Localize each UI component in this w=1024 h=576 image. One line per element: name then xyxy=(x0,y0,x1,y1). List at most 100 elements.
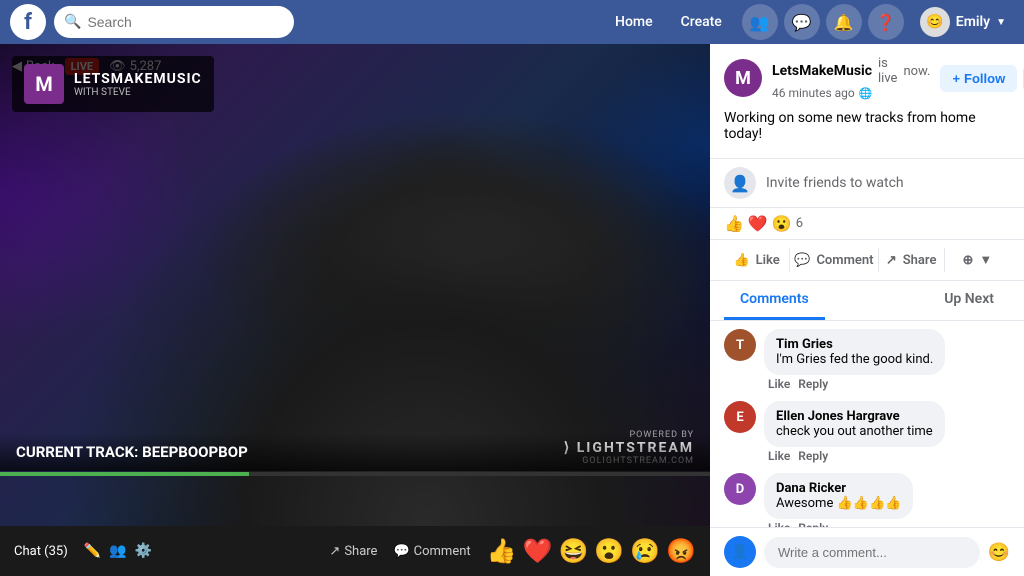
progress-bar xyxy=(0,472,710,476)
comment-avatar: T xyxy=(724,329,756,361)
share-icon: ↗ xyxy=(329,544,340,559)
streamer-details: LetsMakeMusic is live now. 46 minutes ag… xyxy=(772,56,930,100)
user-name: Emily xyxy=(956,14,990,30)
facebook-logo: f xyxy=(10,4,46,40)
comment-input-row: 👤 😊 xyxy=(710,527,1024,576)
comment-text: I'm Gries fed the good kind. xyxy=(776,352,933,367)
search-icon: 🔍 xyxy=(64,14,81,30)
reaction-group: 👍 ❤️ 😮 6 xyxy=(724,214,803,233)
streamer-name[interactable]: LetsMakeMusic xyxy=(772,63,872,79)
stream-header: M LetsMakeMusic is live now. 46 minutes … xyxy=(710,44,1024,159)
share-action-icon: ↗ xyxy=(886,253,897,268)
heart-reaction[interactable]: ❤️ xyxy=(523,537,553,565)
tab-up-next[interactable]: Up Next xyxy=(928,281,1010,320)
angry-reaction[interactable]: 😡 xyxy=(666,537,696,565)
wow-reaction-icon: 😮 xyxy=(772,214,792,233)
comment-bubble: Ellen Jones Hargrave check you out anoth… xyxy=(764,401,945,447)
channel-badge: M LETSMAKEMUSIC WITH STEVE xyxy=(12,56,214,112)
more-action-icon: ⊕ xyxy=(963,253,974,268)
tab-comments[interactable]: Comments xyxy=(724,281,825,320)
comment-content: Tim Gries I'm Gries fed the good kind. L… xyxy=(764,329,945,391)
nav-create[interactable]: Create xyxy=(669,6,734,38)
invite-text: Invite friends to watch xyxy=(766,175,904,191)
comment-author[interactable]: Ellen Jones Hargrave xyxy=(776,409,933,424)
comment-actions: Like Reply xyxy=(768,377,945,391)
comment-text: Awesome 👍👍👍👍 xyxy=(776,496,901,511)
top-navigation: f 🔍 Home Create 👥 💬 🔔 ❓ 😊 Emily ▼ xyxy=(0,0,1024,44)
avatar: 😊 xyxy=(920,7,950,37)
share-button[interactable]: ↗ Share xyxy=(329,544,377,559)
channel-icon: M xyxy=(24,64,64,104)
nav-icons: 👥 💬 🔔 ❓ xyxy=(742,4,904,40)
search-input[interactable] xyxy=(87,14,284,30)
right-panel: M LetsMakeMusic is live now. 46 minutes … xyxy=(710,44,1024,576)
search-bar[interactable]: 🔍 xyxy=(54,6,294,38)
streamer-avatar: M xyxy=(724,59,762,97)
streamer-name-line: LetsMakeMusic is live now. xyxy=(772,56,930,86)
main-content: ◀ Back LIVE 👁 5,287 M LETSMAKEMUSIC WITH… xyxy=(0,44,1024,576)
nav-home[interactable]: Home xyxy=(603,6,665,38)
comment-avatar: D xyxy=(724,473,756,505)
reply-action[interactable]: Reply xyxy=(798,449,828,463)
comment-input-avatar: 👤 xyxy=(724,536,756,568)
comment-content: Dana Ricker Awesome 👍👍👍👍 Like Reply xyxy=(764,473,913,527)
video-panel: ◀ Back LIVE 👁 5,287 M LETSMAKEMUSIC WITH… xyxy=(0,44,710,576)
streamer-info: M LetsMakeMusic is live now. 46 minutes … xyxy=(724,56,1010,100)
reply-action[interactable]: Reply xyxy=(798,377,828,391)
more-action[interactable]: ⊕ ▼ xyxy=(945,244,1010,276)
list-item: D Dana Ricker Awesome 👍👍👍👍 Like Reply xyxy=(724,473,1010,527)
emoji-button[interactable]: 😊 xyxy=(988,542,1010,563)
comment-button[interactable]: 💬 Comment xyxy=(393,544,470,559)
comment-icon: 💬 xyxy=(393,544,409,559)
list-item: T Tim Gries I'm Gries fed the good kind.… xyxy=(724,329,1010,391)
reaction-icons: 👍 ❤️ 😆 😮 😢 😡 xyxy=(487,537,696,565)
add-person-icon[interactable]: 👥 xyxy=(109,543,126,559)
user-menu[interactable]: 😊 Emily ▼ xyxy=(912,3,1014,41)
stream-description: Working on some new tracks from home tod… xyxy=(724,106,1010,150)
comment-author[interactable]: Tim Gries xyxy=(776,337,933,352)
comment-bubble: Dana Ricker Awesome 👍👍👍👍 xyxy=(764,473,913,519)
progress-fill xyxy=(0,472,249,476)
chat-label: Chat (35) xyxy=(14,544,68,559)
follow-icon: + xyxy=(952,71,960,86)
video-controls: Chat (35) ✏️ 👥 ⚙️ ↗ Share 💬 Comment 👍 ❤️… xyxy=(0,526,710,576)
track-info: CURRENT TRACK: BEEPBOOPBOP xyxy=(0,433,710,471)
current-track: CURRENT TRACK: BEEPBOOPBOP xyxy=(16,443,694,461)
friends-icon[interactable]: 👥 xyxy=(742,4,778,40)
comment-action-icon: 💬 xyxy=(794,253,810,268)
sad-reaction[interactable]: 😢 xyxy=(630,537,660,565)
comment-actions: Like Reply xyxy=(768,449,945,463)
thumbs-up-reaction[interactable]: 👍 xyxy=(487,537,517,565)
list-item: E Ellen Jones Hargrave check you out ano… xyxy=(724,401,1010,463)
header-actions: + Follow 🔔 ••• xyxy=(940,65,1024,92)
heart-reaction-icon: ❤️ xyxy=(748,214,768,233)
share-action[interactable]: ↗ Share xyxy=(879,245,944,276)
messenger-icon[interactable]: 💬 xyxy=(784,4,820,40)
edit-icon[interactable]: ✏️ xyxy=(84,543,101,559)
action-buttons: 👍 Like 💬 Comment ↗ Share ⊕ ▼ xyxy=(710,240,1024,281)
invite-friends[interactable]: 👤 Invite friends to watch xyxy=(710,159,1024,208)
comments-area[interactable]: T Tim Gries I'm Gries fed the good kind.… xyxy=(710,321,1024,527)
follow-button[interactable]: + Follow xyxy=(940,65,1017,92)
now-text: now. xyxy=(903,64,930,79)
comment-author[interactable]: Dana Ricker xyxy=(776,481,901,496)
reaction-count: 6 xyxy=(796,216,803,231)
comment-input[interactable] xyxy=(764,537,980,568)
reactions-row: 👍 ❤️ 😮 6 xyxy=(710,208,1024,240)
video-area: ◀ Back LIVE 👁 5,287 M LETSMAKEMUSIC WITH… xyxy=(0,44,710,526)
like-action[interactable]: Like xyxy=(768,377,790,391)
like-action[interactable]: Like xyxy=(768,449,790,463)
globe-icon: 🌐 xyxy=(859,87,873,100)
panel-tabs: Comments Up Next xyxy=(710,281,1024,321)
comment-action[interactable]: 💬 Comment xyxy=(790,245,877,276)
time-ago: 46 minutes ago 🌐 xyxy=(772,86,930,100)
like-action[interactable]: 👍 Like xyxy=(724,245,789,276)
notifications-icon[interactable]: 🔔 xyxy=(826,4,862,40)
channel-name: LETSMAKEMUSIC xyxy=(74,71,202,87)
settings-icon[interactable]: ⚙️ xyxy=(135,543,152,559)
help-icon[interactable]: ❓ xyxy=(868,4,904,40)
comment-text: check you out another time xyxy=(776,424,933,439)
wow-reaction[interactable]: 😮 xyxy=(594,537,624,565)
nav-links: Home Create xyxy=(603,6,734,38)
laugh-reaction[interactable]: 😆 xyxy=(558,537,588,565)
